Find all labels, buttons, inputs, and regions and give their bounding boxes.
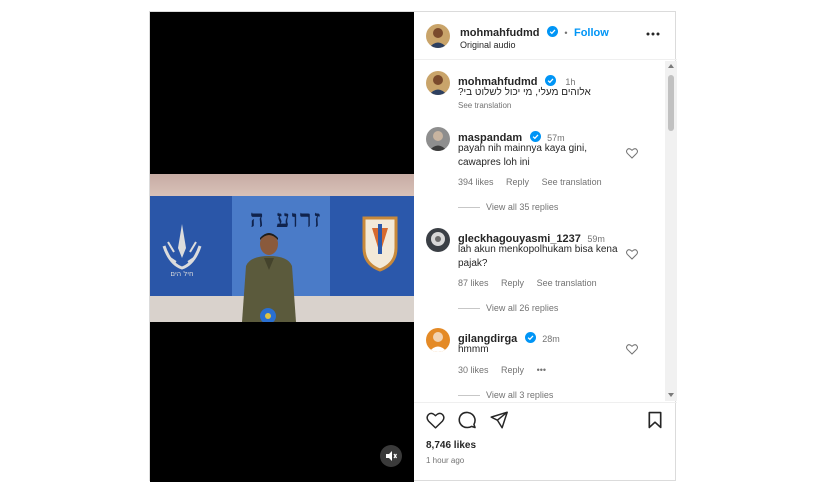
comment-text: lah akun menkopolhukam bisa kena pajak? [458, 244, 618, 269]
comment-more-button[interactable]: ••• [537, 365, 546, 375]
mute-button[interactable] [380, 445, 402, 467]
verified-badge-icon [529, 131, 541, 142]
see-translation-link[interactable]: See translation [458, 101, 511, 110]
caption: mohmahfudmd 1h אלוהים מעלי, מי יכול לשלו… [414, 61, 664, 121]
reply-button[interactable]: Reply [501, 278, 524, 288]
comments-list: mohmahfudmd 1h אלוהים מעלי, מי יכול לשלו… [414, 61, 677, 401]
heart-icon[interactable] [426, 412, 445, 429]
bookmark-icon[interactable] [648, 411, 662, 429]
like-comment-heart-icon[interactable] [626, 148, 638, 159]
view-replies-button[interactable]: View all 26 replies [458, 303, 558, 313]
post-footer: 8,746 likes 1 hour ago [414, 402, 677, 482]
comment-meta: 394 likes Reply See translation [458, 177, 612, 187]
scrollbar-thumb[interactable] [668, 75, 674, 131]
comment-text: hmmm [458, 344, 489, 355]
scroll-down-arrow-icon[interactable] [668, 393, 674, 397]
comment-item: gleckhagouyasmi_1237 59m lah akun menkop… [414, 228, 664, 324]
post-time: 1 hour ago [426, 456, 465, 465]
likes-count[interactable]: 8,746 likes [426, 440, 476, 451]
like-comment-heart-icon[interactable] [626, 344, 638, 355]
comment-likes[interactable]: 30 likes [458, 365, 489, 375]
header-separator: • [564, 28, 568, 38]
author-username[interactable]: mohmahfudmd [460, 27, 539, 39]
avatar[interactable] [426, 127, 450, 151]
follow-button[interactable]: Follow [574, 27, 609, 39]
share-icon[interactable] [490, 411, 508, 429]
view-replies-button[interactable]: View all 3 replies [458, 390, 553, 400]
comment-time: 28m [542, 334, 560, 344]
comment-item: maspandam 57m payah nih mainnya kaya gin… [414, 127, 664, 223]
audio-label[interactable]: Original audio [460, 40, 516, 50]
view-replies-button[interactable]: View all 35 replies [458, 202, 558, 212]
post-card: חיל הים זרוע ה mohmahfudmd • Follow Orig… [149, 11, 677, 482]
muted-speaker-icon [386, 451, 397, 461]
see-translation-link[interactable]: See translation [542, 177, 602, 187]
caption-text: אלוהים מעלי, מי יכול לשלוט בי? [458, 87, 591, 98]
shield-emblem-icon [362, 216, 398, 272]
video-frame: חיל הים זרוע ה [150, 174, 414, 322]
svg-text:חיל הים: חיל הים [170, 270, 193, 278]
more-horizontal-icon[interactable] [646, 32, 660, 36]
comment-meta: 87 likes Reply See translation [458, 278, 607, 288]
post-header: mohmahfudmd • Follow Original audio [414, 12, 677, 60]
see-translation-link[interactable]: See translation [537, 278, 597, 288]
avatar[interactable] [426, 328, 450, 352]
verified-badge-icon [546, 26, 558, 37]
action-bar [426, 411, 666, 431]
video-player[interactable]: חיל הים זרוע ה [150, 12, 414, 482]
post-sidebar: mohmahfudmd • Follow Original audio mohm… [414, 12, 677, 482]
comment-icon[interactable] [458, 411, 476, 429]
reply-button[interactable]: Reply [501, 365, 524, 375]
comment-likes[interactable]: 87 likes [458, 278, 489, 288]
reply-button[interactable]: Reply [506, 177, 529, 187]
comment-likes[interactable]: 394 likes [458, 177, 494, 187]
soldier-figure [242, 233, 296, 322]
avatar[interactable] [426, 228, 450, 252]
comment-item: gilangdirga 28m hmmm 30 likes Reply ••• … [414, 328, 664, 401]
avatar[interactable] [426, 71, 450, 95]
scroll-up-arrow-icon[interactable] [668, 64, 674, 68]
like-comment-heart-icon[interactable] [626, 249, 638, 260]
verified-badge-icon [524, 332, 536, 343]
avatar[interactable] [426, 24, 450, 48]
comment-meta: 30 likes Reply ••• [458, 365, 556, 375]
wreath-emblem-icon: חיל הים [162, 224, 202, 278]
comments-scrollbar[interactable] [665, 61, 677, 401]
verified-badge-icon [544, 75, 556, 86]
comment-text: payah nih mainnya kaya gini, cawapres lo… [458, 143, 587, 168]
